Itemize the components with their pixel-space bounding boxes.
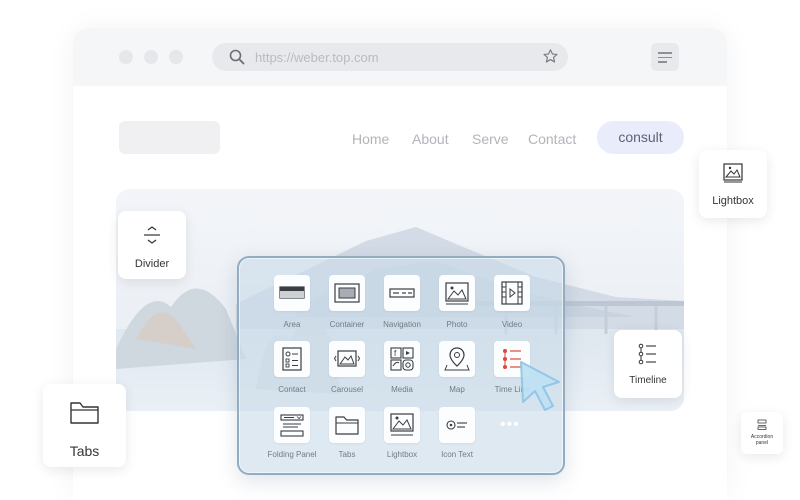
media-icon: f bbox=[390, 347, 414, 371]
menu-line bbox=[658, 61, 667, 63]
folder-icon bbox=[335, 416, 359, 435]
consult-button[interactable]: consult bbox=[597, 121, 684, 154]
component-video[interactable] bbox=[494, 275, 530, 311]
nav-home[interactable]: Home bbox=[352, 131, 389, 147]
component-icon-text[interactable] bbox=[439, 407, 475, 443]
component-photo[interactable] bbox=[439, 275, 475, 311]
component-tabs[interactable] bbox=[329, 407, 365, 443]
tabs-label: Tabs bbox=[69, 443, 100, 459]
browser-toolbar: https://weber.top.com bbox=[73, 28, 727, 86]
divider-label: Divider bbox=[134, 258, 170, 270]
lightbox-icon bbox=[723, 163, 743, 183]
address-bar[interactable]: https://weber.top.com bbox=[212, 43, 568, 71]
icon-text-icon bbox=[446, 420, 467, 430]
svg-text:f: f bbox=[394, 349, 397, 358]
photo-icon bbox=[445, 282, 469, 305]
window-minimize-dot[interactable] bbox=[144, 50, 158, 64]
carousel-icon bbox=[333, 350, 361, 367]
area-icon bbox=[279, 286, 305, 299]
window-close-dot[interactable] bbox=[119, 50, 133, 64]
cursor-icon bbox=[520, 361, 560, 411]
map-pin-icon bbox=[444, 347, 470, 371]
site-logo-placeholder[interactable] bbox=[119, 121, 220, 154]
folding-panel-icon bbox=[280, 414, 304, 437]
browser-menu-button[interactable] bbox=[651, 43, 679, 71]
nav-contact[interactable]: Contact bbox=[528, 131, 576, 147]
menu-line bbox=[658, 56, 672, 58]
accordion-label: Accordion panel bbox=[750, 434, 774, 446]
window-maximize-dot[interactable] bbox=[169, 50, 183, 64]
menu-line bbox=[658, 52, 672, 54]
address-url: https://weber.top.com bbox=[255, 50, 379, 65]
timeline-label: Timeline bbox=[629, 375, 667, 386]
container-icon bbox=[334, 283, 360, 303]
lightbox-label: Lightbox bbox=[712, 195, 754, 207]
video-icon bbox=[501, 281, 523, 305]
bookmark-star-icon[interactable] bbox=[542, 48, 559, 65]
component-folding-panel[interactable] bbox=[274, 407, 310, 443]
stage: https://weber.top.com Home About Serve C… bbox=[0, 0, 800, 500]
component-label: Video bbox=[501, 320, 523, 329]
component-carousel[interactable] bbox=[329, 341, 365, 377]
timeline-card[interactable]: Timeline bbox=[614, 330, 682, 398]
component-container[interactable] bbox=[329, 275, 365, 311]
divider-card[interactable]: Divider bbox=[118, 211, 186, 279]
timeline-icon bbox=[638, 343, 656, 365]
component-label: Icon Text bbox=[441, 450, 473, 459]
accordion-panel-card[interactable]: Accordion panel bbox=[741, 412, 783, 454]
folder-icon bbox=[70, 402, 99, 424]
lightbox-card[interactable]: Lightbox bbox=[699, 150, 767, 218]
component-lightbox[interactable] bbox=[384, 407, 420, 443]
tabs-card[interactable]: Tabs bbox=[43, 384, 126, 467]
component-media[interactable]: f bbox=[384, 341, 420, 377]
component-map[interactable] bbox=[439, 341, 475, 377]
divider-icon bbox=[144, 226, 160, 244]
more-components-button[interactable]: ••• bbox=[500, 416, 520, 434]
navigation-icon bbox=[389, 288, 415, 298]
contact-icon bbox=[282, 347, 302, 371]
component-contact[interactable] bbox=[274, 341, 310, 377]
component-navigation[interactable] bbox=[384, 275, 420, 311]
nav-serve[interactable]: Serve bbox=[472, 131, 509, 147]
nav-about[interactable]: About bbox=[412, 131, 449, 147]
accordion-icon bbox=[757, 419, 767, 430]
lightbox-icon bbox=[390, 413, 414, 436]
component-area[interactable] bbox=[274, 275, 310, 311]
search-icon bbox=[229, 49, 245, 65]
